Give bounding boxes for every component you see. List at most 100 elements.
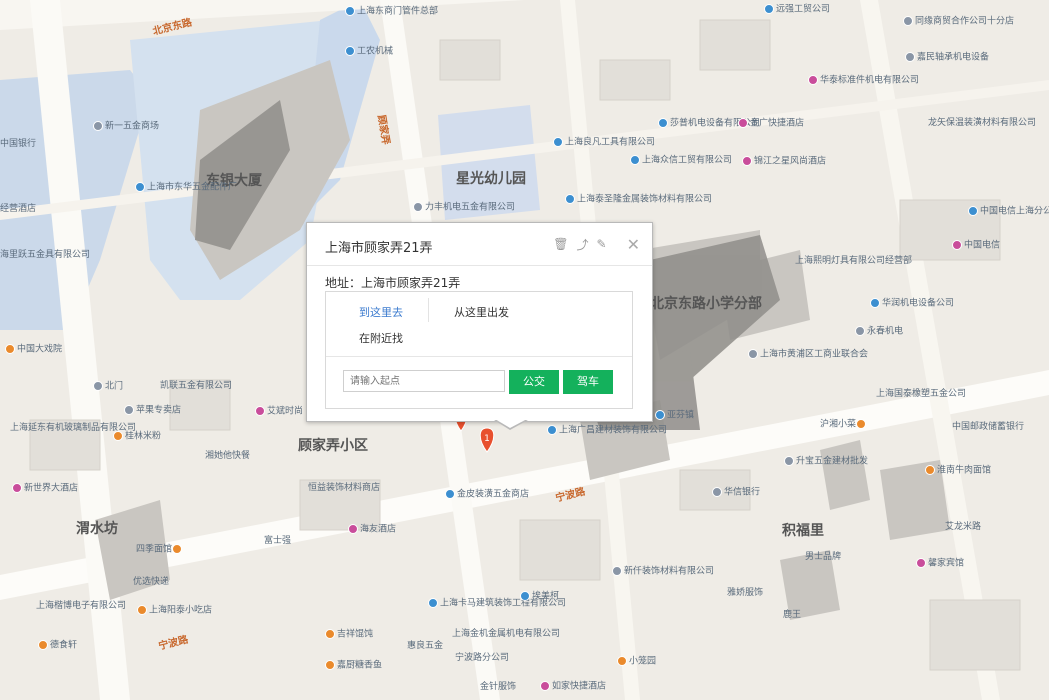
divider — [307, 265, 652, 266]
delete-icon[interactable]: 🗑 — [553, 237, 568, 251]
poi-label[interactable]: 上海国泰橡塑五金公司 — [876, 389, 966, 400]
poi-label[interactable]: 同缘商贸合作公司十分店 — [903, 16, 1014, 28]
poi-label[interactable]: 中国银行 — [0, 139, 36, 150]
poi-label[interactable]: 上海良凡工具有限公司 — [553, 137, 655, 149]
area-label: 星光幼儿园 — [456, 171, 526, 187]
poi-icon — [345, 46, 355, 56]
edit-icon[interactable]: ✎ — [597, 237, 607, 251]
poi-label[interactable]: 优选快递 — [133, 577, 169, 588]
poi-label[interactable]: 雅娇服饰 — [727, 588, 763, 599]
poi-label[interactable]: 金广快捷酒店 — [738, 118, 804, 130]
poi-label[interactable]: 惠良五金 — [407, 641, 443, 652]
poi-label[interactable]: 永春机电 — [855, 326, 903, 338]
poi-label[interactable]: 上海广昌建材装饰有限公司 — [547, 425, 667, 437]
poi-label[interactable]: 新世界大酒店 — [12, 483, 78, 495]
poi-label[interactable]: 四季面馆 — [136, 544, 184, 556]
poi-label[interactable]: 华润机电设备公司 — [870, 298, 954, 310]
poi-label[interactable]: 如家快捷酒店 — [540, 681, 606, 693]
close-icon[interactable]: ✕ — [627, 235, 640, 254]
poi-label[interactable]: 上海市东华五金配件厂 — [135, 182, 237, 194]
poi-label[interactable]: 力丰机电五金有限公司 — [413, 202, 515, 214]
poi-label[interactable]: 凯联五金有限公司 — [160, 381, 232, 392]
poi-icon — [5, 344, 15, 354]
poi-label[interactable]: 海里跃五金具有限公司 — [0, 250, 90, 261]
poi-icon — [325, 660, 335, 670]
poi-label[interactable]: 华信银行 — [712, 487, 760, 499]
poi-label[interactable]: 经营酒店 — [0, 204, 36, 215]
poi-label[interactable]: 恒益装饰材料商店 — [308, 483, 380, 494]
poi-label[interactable]: 吉祥馄饨 — [325, 629, 373, 641]
poi-icon — [255, 406, 265, 416]
poi-label[interactable]: 龙矢保温装潢材料有限公司 — [928, 118, 1036, 129]
start-point-input[interactable] — [343, 370, 505, 392]
share-icon[interactable]: ⤴ — [577, 236, 589, 253]
poi-icon — [916, 558, 926, 568]
poi-label[interactable]: 中国电信 — [952, 240, 1000, 252]
poi-icon — [870, 298, 880, 308]
poi-label[interactable]: 嘉厨糖香鱼 — [325, 660, 382, 672]
poi-label[interactable]: 中国大戏院 — [5, 344, 62, 356]
poi-icon — [553, 137, 563, 147]
poi-label[interactable]: 上海金机金属机电有限公司 — [452, 629, 560, 640]
poi-icon — [565, 194, 575, 204]
poi-label[interactable]: 工农机械 — [345, 46, 393, 58]
poi-label[interactable]: 上海众信工贸有限公司 — [630, 155, 732, 167]
poi-label[interactable]: 上海泰圣隆金属装饰材料有限公司 — [565, 194, 712, 206]
poi-label[interactable]: 远强工贸公司 — [764, 4, 830, 16]
poi-label[interactable]: 桂林米粉 — [113, 431, 161, 443]
poi-label[interactable]: 上海阳泰小吃店 — [137, 605, 212, 617]
poi-label[interactable]: 新仟装饰材料有限公司 — [612, 566, 714, 578]
search-nearby-link[interactable]: 在附近找 — [359, 330, 403, 346]
poi-icon — [93, 121, 103, 131]
go-here-link[interactable]: 到这里去 — [359, 304, 403, 320]
poi-label[interactable]: 金针服饰 — [480, 682, 516, 693]
poi-label[interactable]: 宁波路分公司 — [455, 653, 509, 664]
poi-label[interactable]: 上海东商门管件总部 — [345, 6, 438, 18]
poi-icon — [445, 489, 455, 499]
poi-label[interactable]: 中国电信上海分公司中区局 — [968, 206, 1049, 218]
route-panel: 到这里去 从这里出发 在附近找 公交 驾车 — [325, 291, 633, 409]
poi-label[interactable]: 艾斌时尚 — [255, 406, 303, 418]
poi-label[interactable]: 艾龙米路 — [945, 522, 981, 533]
divider — [326, 356, 632, 357]
poi-label[interactable]: 升宝五金建材批发 — [784, 456, 868, 468]
poi-label[interactable]: 富士强 — [264, 536, 291, 547]
poi-label[interactable]: 沪湘小菜 — [820, 419, 868, 431]
poi-label[interactable]: 上海楷博电子有限公司 — [36, 601, 126, 612]
poi-label[interactable]: 德食轩 — [38, 640, 77, 652]
poi-label[interactable]: 嘉民轴承机电设备 — [905, 52, 989, 64]
poi-label[interactable]: 海友酒店 — [348, 524, 396, 536]
poi-label[interactable]: 中国邮政储蓄银行 — [952, 422, 1024, 433]
poi-icon — [617, 656, 627, 666]
poi-icon — [655, 410, 665, 420]
poi-icon — [738, 118, 748, 128]
poi-label[interactable]: 上海市黄浦区工商业联合会 — [748, 349, 868, 361]
start-from-here-link[interactable]: 从这里出发 — [454, 304, 509, 320]
poi-label[interactable]: 淮南牛肉面馆 — [925, 465, 991, 477]
poi-label[interactable]: 苹果专卖店 — [124, 405, 181, 417]
poi-label[interactable]: 小笼园 — [617, 656, 656, 668]
info-window: 上海市顾家弄21弄 🗑 ⤴ ✎ ✕ 地址：上海市顾家弄21弄 到这里去 从这里出… — [306, 222, 653, 430]
poi-label[interactable]: 北门 — [93, 381, 123, 393]
poi-label[interactable]: 华泰标准件机电有限公司 — [808, 75, 919, 87]
poi-icon — [925, 465, 935, 475]
poi-icon — [12, 483, 22, 493]
poi-label[interactable]: 上海熙明灯具有限公司经营部 — [795, 256, 912, 267]
poi-label[interactable]: 湘她他快餐 — [205, 451, 250, 462]
poi-label[interactable]: 埃美柯 — [520, 591, 559, 603]
poi-label[interactable]: 锦江之星风尚酒店 — [742, 156, 826, 168]
poi-icon — [612, 566, 622, 576]
bus-button[interactable]: 公交 — [509, 370, 559, 394]
poi-label[interactable]: 金皮装潢五金商店 — [445, 489, 529, 501]
info-window-toolbar: 🗑 ⤴ ✎ ✕ — [553, 235, 640, 254]
poi-label[interactable]: 亚芬镇 — [655, 410, 694, 422]
poi-label[interactable]: 鹿王 — [783, 610, 801, 621]
poi-label[interactable]: 男士品牌 — [805, 552, 841, 563]
poi-icon — [742, 156, 752, 166]
area-label: 渭水坊 — [76, 521, 118, 537]
poi-label[interactable]: 新一五金商场 — [93, 121, 159, 133]
poi-icon — [808, 75, 818, 85]
poi-icon — [630, 155, 640, 165]
poi-label[interactable]: 馨家宾馆 — [916, 558, 964, 570]
drive-button[interactable]: 驾车 — [563, 370, 613, 394]
